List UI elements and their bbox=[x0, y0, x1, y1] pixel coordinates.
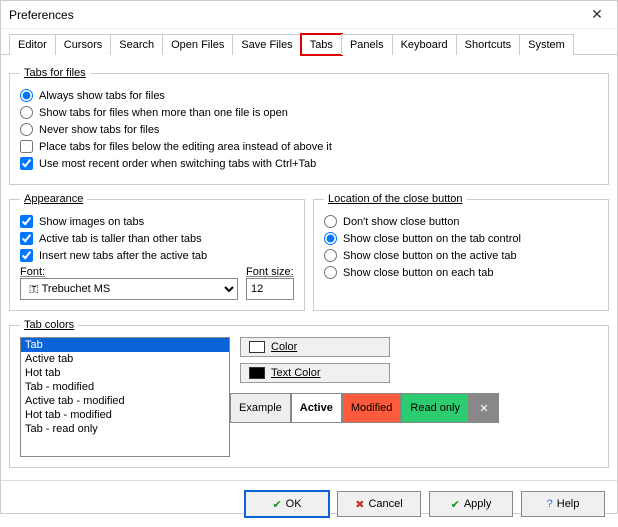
check-show-images[interactable] bbox=[20, 215, 33, 228]
color-swatch bbox=[249, 341, 265, 353]
tab-open-files[interactable]: Open Files bbox=[162, 34, 233, 55]
help-icon: ? bbox=[547, 498, 553, 510]
list-item[interactable]: Active tab - modified bbox=[21, 394, 229, 408]
color-swatch bbox=[249, 367, 265, 379]
radio-always-show[interactable] bbox=[20, 89, 33, 102]
radio-no-close[interactable] bbox=[324, 215, 337, 228]
label: Use most recent order when switching tab… bbox=[39, 158, 316, 170]
check-mru-order[interactable] bbox=[20, 157, 33, 170]
radio-show-when-multiple[interactable] bbox=[20, 106, 33, 119]
check-icon: ✔ bbox=[272, 498, 281, 511]
group-appearance: Appearance Show images on tabs Active ta… bbox=[9, 193, 305, 311]
font-label: Font: bbox=[20, 266, 238, 278]
tab-panels[interactable]: Panels bbox=[341, 34, 393, 55]
tab-keyboard[interactable]: Keyboard bbox=[392, 34, 457, 55]
check-active-taller[interactable] bbox=[20, 232, 33, 245]
label: Show close button on each tab bbox=[343, 267, 493, 279]
label: Place tabs for files below the editing a… bbox=[39, 141, 332, 153]
radio-never-show[interactable] bbox=[20, 123, 33, 136]
window-title: Preferences bbox=[9, 8, 585, 22]
radio-close-on-each[interactable] bbox=[324, 266, 337, 279]
help-button[interactable]: ?Help bbox=[521, 491, 605, 517]
label: Always show tabs for files bbox=[39, 90, 165, 102]
example-close-icon: ✕ bbox=[469, 393, 499, 423]
label: Show close button on the active tab bbox=[343, 250, 517, 262]
font-size-label: Font size: bbox=[246, 266, 294, 278]
tab-tabs[interactable]: Tabs bbox=[301, 34, 342, 55]
label: Active tab is taller than other tabs bbox=[39, 233, 202, 245]
radio-close-on-active[interactable] bbox=[324, 249, 337, 262]
check-insert-after-active[interactable] bbox=[20, 249, 33, 262]
text-color-button[interactable]: Text Color bbox=[240, 363, 390, 383]
example-tab: Example bbox=[230, 393, 291, 423]
label: Don't show close button bbox=[343, 216, 459, 228]
x-icon: ✖ bbox=[355, 498, 364, 511]
group-tab-colors: Tab colors TabActive tabHot tabTab - mod… bbox=[9, 319, 609, 468]
tab-save-files[interactable]: Save Files bbox=[232, 34, 301, 55]
apply-button[interactable]: ✔Apply bbox=[429, 491, 513, 517]
font-select[interactable]: 🇹 Trebuchet MS bbox=[20, 278, 238, 300]
label: Show tabs for files when more than one f… bbox=[39, 107, 288, 119]
list-item[interactable]: Tab - read only bbox=[21, 422, 229, 436]
example-bar: Example Active Modified Read only ✕ bbox=[230, 393, 598, 423]
example-readonly: Read only bbox=[401, 393, 469, 423]
pref-tabs: EditorCursorsSearchOpen FilesSave FilesT… bbox=[1, 29, 617, 55]
group-close-button: Location of the close button Don't show … bbox=[313, 193, 609, 311]
legend: Appearance bbox=[20, 193, 87, 205]
list-item[interactable]: Hot tab - modified bbox=[21, 408, 229, 422]
tab-editor[interactable]: Editor bbox=[9, 34, 56, 55]
tab-shortcuts[interactable]: Shortcuts bbox=[456, 34, 520, 55]
check-icon: ✔ bbox=[451, 498, 460, 511]
list-item[interactable]: Tab - modified bbox=[21, 380, 229, 394]
check-tabs-below[interactable] bbox=[20, 140, 33, 153]
list-item[interactable]: Hot tab bbox=[21, 366, 229, 380]
label: Never show tabs for files bbox=[39, 124, 159, 136]
list-item[interactable]: Active tab bbox=[21, 352, 229, 366]
label: Show images on tabs bbox=[39, 216, 144, 228]
example-modified: Modified bbox=[342, 393, 402, 423]
color-button[interactable]: Color bbox=[240, 337, 390, 357]
ok-button[interactable]: ✔OK bbox=[245, 491, 329, 517]
example-active: Active bbox=[291, 393, 342, 423]
legend: Tabs for files bbox=[20, 67, 90, 79]
tab-cursors[interactable]: Cursors bbox=[55, 34, 112, 55]
font-size-input[interactable] bbox=[246, 278, 294, 300]
legend: Location of the close button bbox=[324, 193, 467, 205]
close-icon[interactable]: ✕ bbox=[585, 6, 609, 23]
legend: Tab colors bbox=[20, 319, 78, 331]
color-element-list[interactable]: TabActive tabHot tabTab - modifiedActive… bbox=[20, 337, 230, 457]
group-tabs-for-files: Tabs for files Always show tabs for file… bbox=[9, 67, 609, 185]
tab-search[interactable]: Search bbox=[110, 34, 163, 55]
radio-close-on-control[interactable] bbox=[324, 232, 337, 245]
tab-system[interactable]: System bbox=[519, 34, 574, 55]
label: Show close button on the tab control bbox=[343, 233, 521, 245]
list-item[interactable]: Tab bbox=[21, 338, 229, 352]
cancel-button[interactable]: ✖Cancel bbox=[337, 491, 421, 517]
label: Insert new tabs after the active tab bbox=[39, 250, 207, 262]
